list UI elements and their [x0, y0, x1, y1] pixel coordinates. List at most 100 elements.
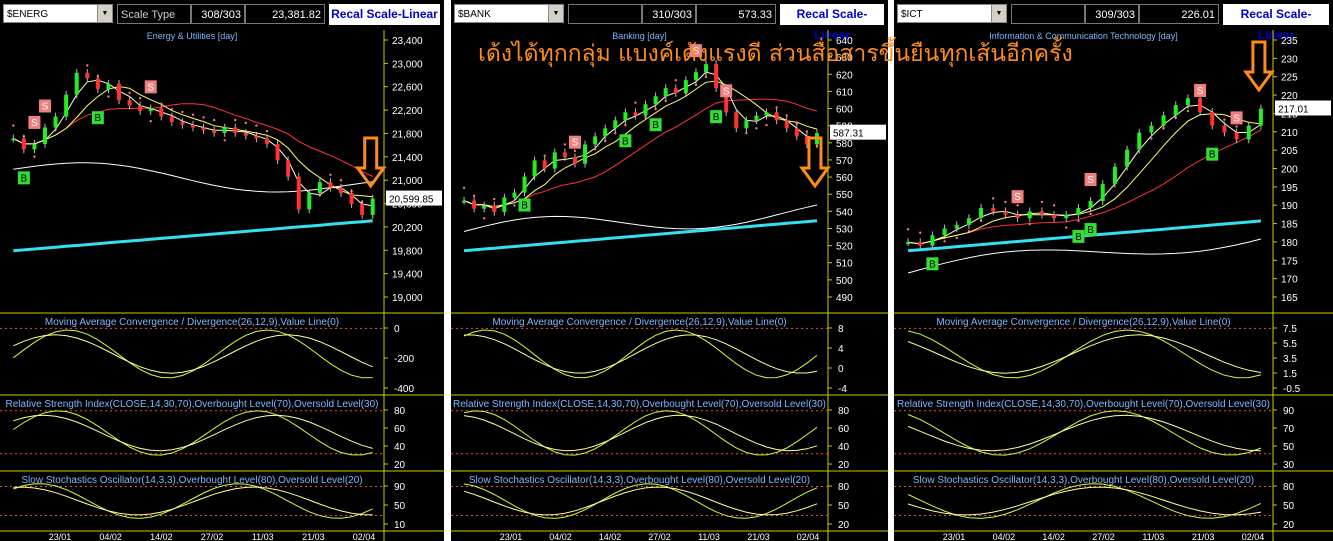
price-tick-label: 570: [836, 156, 853, 167]
rsi-tick-label: 30: [1283, 460, 1295, 471]
macd-signal-line: [13, 334, 373, 374]
ma-200-line: [907, 238, 1262, 274]
date-tick-label: 02/04: [797, 532, 820, 541]
price-tick-label: 190: [1281, 201, 1298, 212]
sar-dot: [462, 186, 466, 189]
stochastic-tick-label: 80: [1283, 482, 1295, 493]
chart-canvas: Energy & Utilities [day] 23,400 23,000 22,6…: [0, 30, 444, 541]
sar-dot: [255, 124, 258, 127]
candle-body: [754, 115, 759, 121]
candle-body: [286, 160, 291, 177]
stochastic-line: [13, 483, 373, 519]
candle-body: [148, 108, 153, 112]
last-price-label: 217.01: [1278, 104, 1309, 115]
candle-body: [370, 198, 375, 215]
buy-signal-label: B: [95, 113, 102, 124]
sar-dot: [86, 64, 89, 67]
sar-dot: [967, 229, 971, 233]
candle-body: [1076, 207, 1081, 215]
candle-body: [233, 127, 238, 133]
candle-body: [106, 83, 111, 90]
price-tick-label: 225: [1281, 73, 1298, 84]
sell-signal-label: S: [42, 101, 49, 112]
rsi-tick-label: 80: [838, 406, 850, 417]
candle-body: [774, 112, 779, 121]
stochastic-line: [907, 483, 1262, 519]
candle-body: [1112, 166, 1117, 184]
candle-body: [243, 132, 248, 136]
price-tick-label: 540: [836, 207, 853, 218]
candle-body: [191, 124, 195, 128]
candle-body: [991, 207, 996, 212]
price-tick-label: 185: [1281, 220, 1298, 231]
date-tick-label: 21/03: [1192, 532, 1215, 541]
sar-dot: [614, 131, 617, 135]
candle-body: [1210, 111, 1215, 126]
date-tick-label: 14/02: [150, 532, 173, 541]
candle-body: [512, 192, 517, 198]
macd-tick-label: 7.5: [1283, 324, 1297, 335]
date-tick-label: 11/03: [1142, 532, 1164, 541]
sar-dot: [795, 122, 798, 125]
macd-tick-label: -400: [394, 384, 414, 395]
candle-body: [1015, 214, 1020, 219]
price-tick-label: 200: [1281, 165, 1298, 176]
rsi-tick-label: 80: [394, 406, 406, 417]
sar-dot: [919, 231, 922, 234]
price-tick-label: 520: [836, 242, 853, 253]
rsi-signal-line: [13, 414, 373, 452]
price-tick-label: 600: [836, 105, 853, 116]
sar-dot: [573, 149, 577, 153]
candle-body: [492, 205, 497, 212]
sar-dot: [765, 123, 768, 127]
sar-dot: [339, 179, 343, 182]
candle-body: [307, 193, 312, 210]
sar-dot: [244, 121, 248, 125]
candle-body: [744, 120, 749, 129]
date-tick-label: 27/02: [648, 532, 671, 541]
date-tick-label: 27/02: [201, 532, 224, 541]
chart-panel-ict: $ICT ▼ 309/303 226.01 Recal Scale-Linear …: [894, 0, 1333, 541]
sell-signal-label: S: [1233, 113, 1240, 124]
sar-dot: [955, 236, 958, 240]
candle-body: [1161, 115, 1166, 126]
candle-body: [794, 128, 799, 137]
price-tick-label: 560: [836, 173, 853, 184]
rsi-tick-label: 40: [394, 442, 406, 453]
sar-dot: [543, 154, 546, 157]
ma-200-line: [463, 204, 818, 232]
candle-body: [1246, 125, 1251, 140]
sar-dot: [493, 197, 496, 201]
macd-tick-label: -4: [838, 384, 847, 395]
price-tick-label: 23,400: [392, 36, 423, 47]
stochastic-tick-label: 10: [394, 520, 406, 531]
ma-5-line: [463, 71, 818, 210]
sar-dot: [1186, 109, 1190, 113]
sar-dot: [1004, 200, 1007, 204]
candle-body: [95, 78, 100, 90]
sar-dot: [785, 114, 788, 117]
candle-body: [275, 143, 280, 161]
date-tick-label: 04/02: [99, 532, 122, 541]
price-tick-label: 195: [1281, 183, 1298, 194]
rsi-tick-label: 20: [838, 460, 850, 471]
buy-signal-label: B: [713, 112, 720, 123]
candle-body: [966, 218, 971, 226]
sar-dot: [33, 155, 36, 158]
price-tick-label: 220: [1281, 91, 1298, 102]
candle-body: [85, 72, 90, 79]
rsi-line: [13, 410, 373, 456]
candle-body: [482, 205, 487, 209]
sar-dot: [12, 124, 15, 127]
sar-dot: [992, 197, 995, 200]
sar-dot: [1150, 137, 1153, 140]
candle-body: [572, 157, 577, 164]
sar-dot: [170, 107, 174, 111]
date-tick-label: 23/01: [49, 532, 72, 541]
date-tick-label: 11/03: [698, 532, 720, 541]
candle-body: [117, 83, 121, 101]
candle-body: [360, 204, 365, 215]
date-tick-label: 14/02: [599, 532, 622, 541]
price-tick-label: 19,000: [392, 293, 423, 304]
buy-signal-label: B: [622, 136, 629, 147]
